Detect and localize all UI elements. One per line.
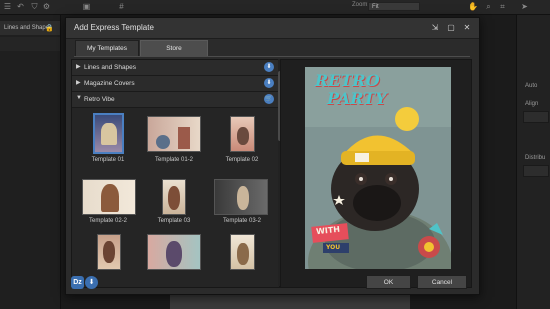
cancel-button[interactable]: Cancel: [417, 275, 467, 289]
undo-icon[interactable]: ↶: [16, 2, 25, 11]
add-express-template-dialog: Add Express Template ⇲ ▢ ✕ My Templates …: [65, 17, 480, 295]
layer-row[interactable]: Lines and Shapes 🔒: [0, 21, 60, 35]
image-icon[interactable]: ▣: [82, 2, 91, 11]
arrow-icon[interactable]: ➤: [520, 2, 529, 11]
template-thumbnail[interactable]: [162, 179, 186, 215]
cart-icon[interactable]: 🛒: [264, 94, 274, 104]
crop-icon[interactable]: ⌗: [498, 2, 507, 11]
category-lines-and-shapes[interactable]: ▶ Lines and Shapes ⬇: [72, 60, 279, 76]
preview-headline-line2: PARTY: [327, 89, 387, 108]
expand-arrow-icon[interactable]: ▶: [76, 63, 81, 70]
export-icon[interactable]: ⇲: [430, 23, 440, 33]
maximize-icon[interactable]: ▢: [446, 23, 456, 33]
template-list: ▶ Lines and Shapes ⬇ ▶ Magazine Covers ⬇…: [71, 59, 280, 288]
preview-image: RETRO PARTY WITH YOU: [305, 67, 451, 269]
category-label: Retro Vibe: [84, 96, 115, 103]
tab-divider: [74, 56, 470, 57]
distribute-control[interactable]: [523, 165, 549, 177]
dialog-titlebar: Add Express Template ⇲ ▢ ✕: [66, 18, 479, 39]
download-icon[interactable]: ⬇: [264, 78, 274, 88]
template-thumbnail[interactable]: [97, 234, 121, 270]
template-label: Template 01: [91, 157, 125, 163]
ok-button[interactable]: OK: [366, 275, 411, 289]
align-label: Align: [525, 101, 539, 107]
template-thumbnail[interactable]: [147, 234, 201, 270]
distribute-label: Distribu: [525, 155, 546, 161]
settings-icon[interactable]: ⚙: [42, 2, 51, 11]
template-thumbnail[interactable]: [230, 234, 255, 270]
category-retro-vibe[interactable]: ▼ Retro Vibe 🛒: [72, 92, 279, 108]
hand-tool-icon[interactable]: ✋: [468, 2, 478, 11]
menu-icon[interactable]: ☰: [3, 2, 12, 11]
collapse-arrow-icon[interactable]: ▼: [76, 95, 82, 101]
grid-icon[interactable]: #: [117, 2, 126, 11]
director-zone-logo[interactable]: Dz: [71, 276, 84, 289]
template-preview: RETRO PARTY WITH YOU: [280, 59, 472, 288]
category-label: Magazine Covers: [84, 80, 135, 87]
tab-store[interactable]: Store: [140, 40, 208, 56]
template-thumbnail[interactable]: [82, 179, 136, 215]
dialog-title: Add Express Template: [74, 23, 154, 32]
template-thumbnail[interactable]: [147, 116, 201, 152]
layer-row[interactable]: [0, 37, 60, 51]
tab-bar: My Templates Store: [74, 40, 470, 56]
expand-arrow-icon[interactable]: ▶: [76, 79, 81, 86]
category-label: Lines and Shapes: [84, 64, 137, 71]
layers-panel: Lines and Shapes 🔒: [0, 15, 61, 309]
template-label: Template 03: [157, 218, 191, 224]
lock-icon[interactable]: 🔒: [45, 22, 54, 36]
template-label: Template 03-2: [222, 218, 262, 224]
template-thumbnail[interactable]: [230, 116, 255, 152]
preview-sticker-text-2: YOU: [326, 244, 341, 251]
auto-label: Auto: [525, 83, 538, 89]
align-control[interactable]: [523, 111, 549, 123]
template-label: Template 02: [225, 157, 259, 163]
template-label: Template 02-2: [88, 218, 128, 224]
template-label: Template 01-2: [154, 157, 194, 163]
download-icon[interactable]: ⬇: [85, 276, 98, 289]
zoom-select[interactable]: Fit: [368, 2, 420, 11]
download-icon[interactable]: ⬇: [264, 62, 274, 72]
template-thumbnail[interactable]: [214, 179, 268, 215]
properties-panel: Auto Align Distribu: [516, 15, 550, 309]
filter-icon[interactable]: ⛉: [30, 2, 39, 11]
close-icon[interactable]: ✕: [462, 23, 472, 33]
category-magazine-covers[interactable]: ▶ Magazine Covers ⬇: [72, 76, 279, 92]
zoom-label: Zoom:: [352, 2, 370, 8]
app-toolbar: ☰ ↶ ⛉ ⚙ ▣ # Zoom: Fit ✋ ⌕ ⌗ ➤: [0, 0, 550, 15]
preview-headline-line1: RETRO: [315, 71, 380, 90]
template-thumbnail[interactable]: [93, 113, 124, 154]
search-icon[interactable]: ⌕: [484, 2, 493, 11]
tab-my-templates[interactable]: My Templates: [75, 40, 139, 56]
